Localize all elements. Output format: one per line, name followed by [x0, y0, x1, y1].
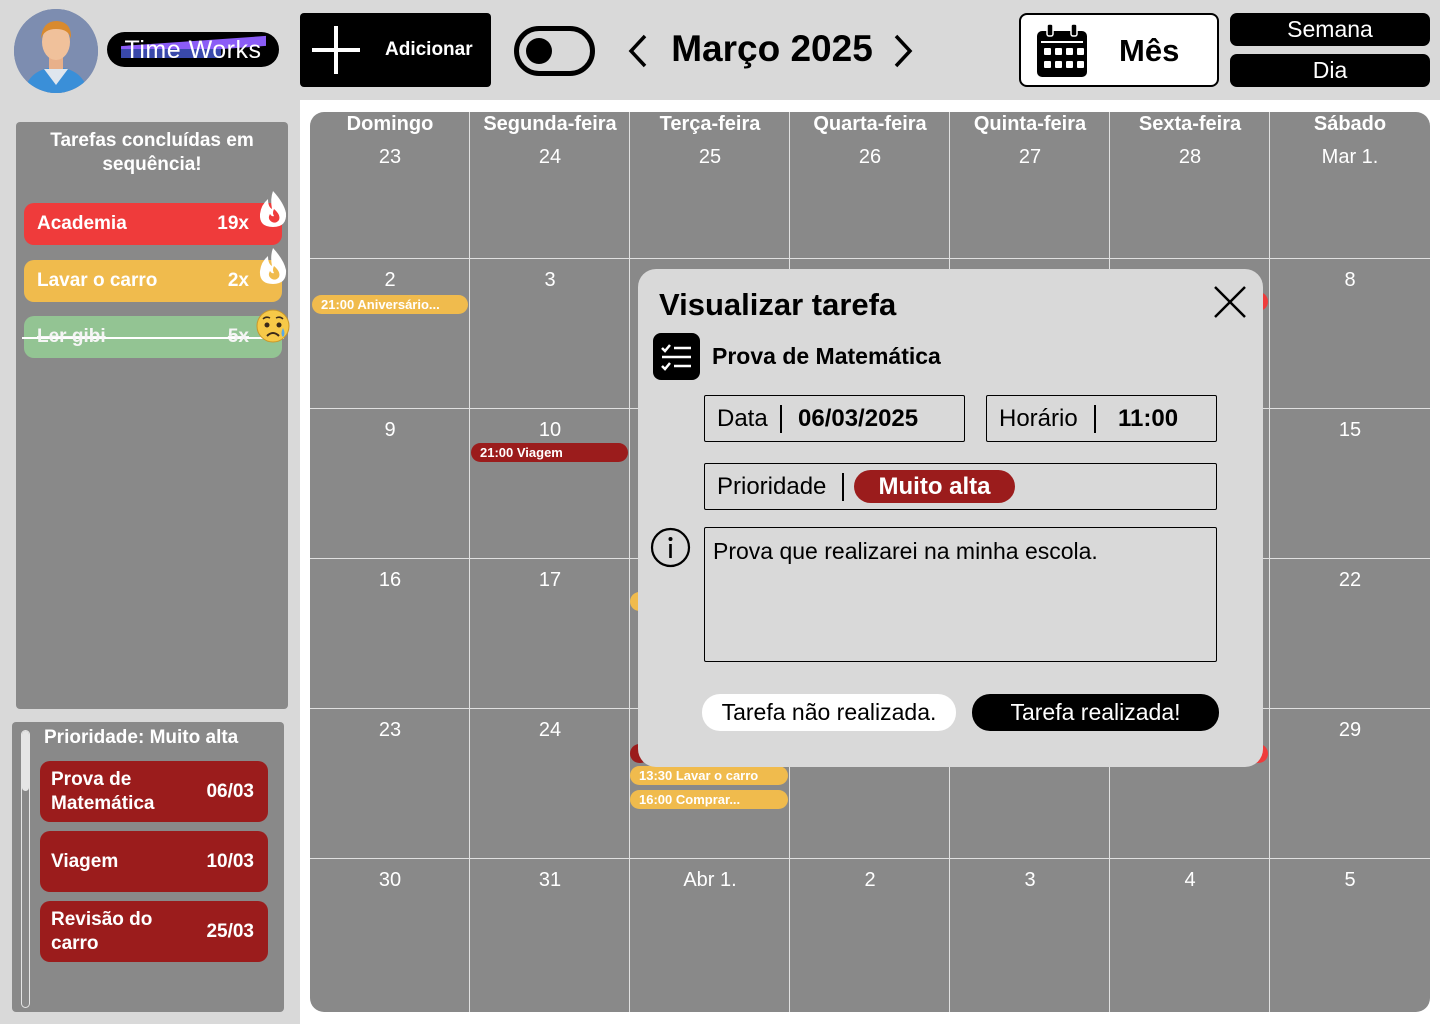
streak-name: Lavar o carro [37, 270, 158, 291]
calendar-icon [1037, 23, 1087, 77]
day-cell-number[interactable]: 3 [470, 269, 630, 292]
streak-item[interactable]: Lavar o carro 2x [24, 248, 287, 302]
priority-task-date: 25/03 [206, 920, 254, 942]
user-avatar[interactable] [14, 9, 98, 93]
day-cell-number[interactable]: 8 [1270, 269, 1430, 292]
view-month-label: Mês [1119, 33, 1180, 68]
avatar-person-icon [14, 9, 98, 93]
task-description: Prova que realizarei na minha escola. [704, 527, 1217, 662]
day-cell-number[interactable]: 2 [310, 269, 470, 292]
task-not-done-button[interactable]: Tarefa não realizada. [702, 694, 956, 731]
plus-icon [300, 13, 372, 87]
theme-toggle[interactable] [514, 26, 595, 76]
next-month-icon[interactable] [888, 33, 918, 69]
weekday-header: Quinta-feira [973, 113, 1087, 135]
task-done-button[interactable]: Tarefa realizada! [972, 694, 1219, 731]
calendar-event[interactable]: 13:30 Lavar o carro [630, 766, 788, 785]
priority-task-name: Viagem [51, 850, 119, 872]
flame-icon [259, 248, 287, 284]
flame-icon [259, 191, 287, 227]
weekday-header: Terça-feira [659, 113, 761, 135]
sad-face-icon [256, 309, 290, 343]
day-cell-number[interactable]: 17 [470, 569, 630, 592]
previous-month-icon[interactable] [623, 33, 653, 69]
streak-count: 2x [227, 270, 249, 291]
priority-field: Prioridade Muito alta [704, 463, 1217, 510]
day-cell-number[interactable]: 3 [950, 869, 1110, 892]
day-cell-number[interactable]: 27 [950, 146, 1110, 169]
day-cell-number[interactable]: 23 [310, 719, 470, 742]
day-cell-number[interactable]: Mar 1. [1270, 146, 1430, 169]
priority-task-item[interactable]: Prova de Matemática 06/03 [40, 761, 268, 822]
day-cell-number[interactable]: 5 [1270, 869, 1430, 892]
priority-panel-title: Prioridade: Muito alta [44, 727, 239, 748]
streak-name: Academia [37, 213, 127, 234]
priority-task-item[interactable]: Viagem 10/03 [40, 831, 268, 892]
app-logo-text: Time Works [124, 36, 262, 64]
day-cell-number[interactable]: 9 [310, 419, 470, 442]
day-cell-number[interactable]: 23 [310, 146, 470, 169]
priority-label: Prioridade [717, 473, 827, 500]
date-label: Data [717, 405, 768, 432]
day-cell-number[interactable]: 28 [1110, 146, 1270, 169]
date-field: Data 06/03/2025 [704, 395, 965, 442]
day-cell-number[interactable]: 30 [310, 869, 470, 892]
view-week-button[interactable]: Semana [1230, 13, 1430, 46]
day-cell-number[interactable]: Abr 1. [630, 869, 790, 892]
priority-task-date: 06/03 [206, 780, 254, 802]
month-title: Março 2025 [671, 28, 873, 69]
priority-badge: Muito alta [854, 470, 1015, 503]
day-cell-number[interactable]: 4 [1110, 869, 1270, 892]
day-cell-number[interactable]: 15 [1270, 419, 1430, 442]
priority-task-date: 10/03 [206, 850, 254, 872]
time-value: 11:00 [1118, 405, 1179, 432]
day-cell-number[interactable]: 26 [790, 146, 950, 169]
task-name: Prova de Matemática [712, 343, 941, 369]
streak-name: Ler gibi [37, 326, 106, 347]
day-cell-number[interactable]: 24 [470, 146, 630, 169]
time-field: Horário 11:00 [986, 395, 1217, 442]
date-value: 06/03/2025 [798, 405, 919, 432]
streak-item[interactable]: Ler gibi 5x [22, 309, 290, 358]
info-icon [650, 527, 691, 568]
priority-task-name: Prova de Matemática [51, 768, 155, 814]
weekday-header: Sábado [1313, 113, 1387, 135]
view-month-button[interactable]: Mês [1019, 13, 1219, 87]
day-cell-number[interactable]: 22 [1270, 569, 1430, 592]
streak-count: 19x [217, 213, 249, 234]
weekday-header: Quarta-feira [813, 113, 927, 135]
calendar-event[interactable]: 21:00 Viagem [471, 443, 628, 462]
day-cell-number[interactable]: 2 [790, 869, 950, 892]
day-cell-number[interactable]: 29 [1270, 719, 1430, 742]
weekday-header: Sexta-feira [1138, 113, 1242, 135]
day-cell-number[interactable]: 10 [470, 419, 630, 442]
toggle-knob [526, 38, 552, 64]
streak-item[interactable]: Academia 19x [24, 191, 287, 245]
add-task-button[interactable]: Adicionar [300, 13, 491, 87]
view-task-modal: Visualizar tarefa Prova de Matemática Da… [638, 269, 1263, 767]
streak-panel-title: Tarefas concluídas em sequência! [50, 130, 254, 175]
app-logo: Time Works [107, 32, 279, 67]
scrollbar-thumb[interactable] [22, 731, 29, 791]
checklist-icon [653, 333, 700, 380]
time-label: Horário [999, 405, 1078, 432]
calendar-event[interactable]: 21:00 Aniversário... [312, 295, 468, 314]
streak-count: 5x [227, 326, 249, 347]
close-icon[interactable] [1212, 284, 1248, 320]
day-cell-number[interactable]: 24 [470, 719, 630, 742]
add-task-label: Adicionar [385, 39, 473, 60]
view-day-button[interactable]: Dia [1230, 54, 1430, 87]
day-cell-number[interactable]: 16 [310, 569, 470, 592]
streak-panel: Tarefas concluídas em sequência! Academi… [16, 122, 290, 709]
calendar-event[interactable]: 16:00 Comprar... [630, 790, 788, 809]
priority-task-item[interactable]: Revisão do carro 25/03 [40, 901, 268, 962]
priority-task-name: Revisão do carro [51, 908, 153, 954]
day-cell-number[interactable]: 31 [470, 869, 630, 892]
priority-panel: Prioridade: Muito alta Prova de Matemáti… [12, 722, 284, 1012]
modal-title: Visualizar tarefa [659, 287, 897, 322]
priority-scrollbar[interactable] [21, 730, 30, 1008]
weekday-header: Domingo [346, 113, 434, 135]
weekday-header: Segunda-feira [483, 113, 617, 135]
day-cell-number[interactable]: 25 [630, 146, 790, 169]
